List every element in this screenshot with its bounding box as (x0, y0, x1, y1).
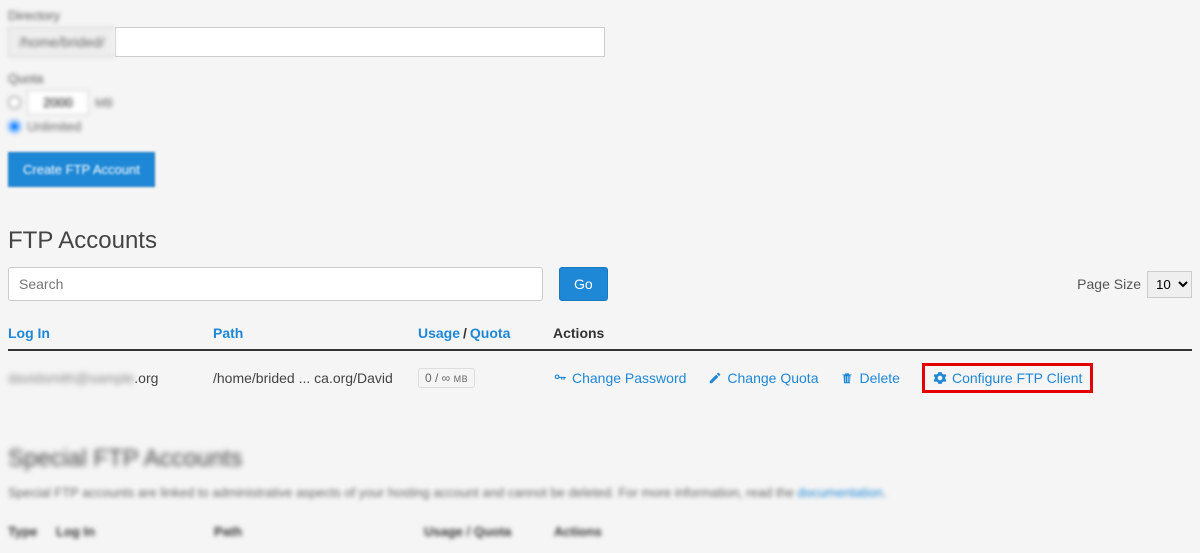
quota-unlimited-radio[interactable] (8, 120, 21, 133)
cell-login: davidsmith@sample.org (8, 370, 213, 386)
quota-limited-radio[interactable] (8, 96, 21, 109)
ftp-accounts-title: FTP Accounts (8, 227, 1192, 255)
quota-unit: MB (95, 96, 113, 110)
directory-row: /home/brided/ (8, 27, 1192, 57)
th-usage-quota[interactable]: Usage/Quota (418, 325, 553, 341)
page-size-label: Page Size (1077, 276, 1141, 292)
gear-icon (933, 371, 947, 385)
sth-login: Log In (56, 524, 214, 539)
sth-actions: Actions (554, 524, 1192, 539)
ftp-table-header: Log In Path Usage/Quota Actions (8, 317, 1192, 351)
quota-value-input[interactable] (27, 90, 89, 115)
quota-label: Quota (8, 71, 1192, 86)
directory-input[interactable] (115, 27, 605, 57)
create-ftp-account-button[interactable]: Create FTP Account (8, 152, 155, 187)
sth-path: Path (214, 524, 424, 539)
sth-type: Type (8, 524, 56, 539)
directory-prefix: /home/brided/ (8, 27, 115, 57)
cell-path: /home/brided ... ca.org/David (213, 370, 418, 386)
create-ftp-form: Directory /home/brided/ Quota MB Unlimit… (8, 8, 1192, 187)
sth-usage: Usage / Quota (424, 524, 554, 539)
th-actions: Actions (553, 325, 1192, 341)
search-input[interactable] (8, 267, 543, 301)
configure-ftp-client-link[interactable]: Configure FTP Client (933, 370, 1082, 386)
pencil-icon (708, 371, 722, 385)
configure-highlight: Configure FTP Client (922, 363, 1093, 393)
special-ftp-description: Special FTP accounts are linked to admin… (8, 485, 1192, 500)
quota-section: Quota MB Unlimited (8, 71, 1192, 134)
cell-usage: 0 / ∞ MB (418, 368, 553, 388)
th-path[interactable]: Path (213, 325, 418, 341)
change-quota-link[interactable]: Change Quota (708, 370, 818, 386)
go-button[interactable]: Go (559, 267, 608, 301)
key-icon (553, 371, 567, 385)
trash-icon (840, 371, 854, 385)
special-table-header: Type Log In Path Usage / Quota Actions (8, 518, 1192, 545)
delete-link[interactable]: Delete (840, 370, 899, 386)
search-row: Go Page Size 10 (8, 267, 1192, 301)
directory-label: Directory (8, 8, 1192, 23)
table-row: davidsmith@sample.org /home/brided ... c… (8, 351, 1192, 405)
pagesize-wrap: Page Size 10 (1077, 271, 1192, 298)
special-ftp-title: Special FTP Accounts (8, 445, 1192, 473)
cell-actions: Change Password Change Quota Delete Conf… (553, 363, 1192, 393)
th-login[interactable]: Log In (8, 325, 213, 341)
change-password-link[interactable]: Change Password (553, 370, 686, 386)
quota-unlimited-label: Unlimited (27, 119, 81, 134)
page-size-select[interactable]: 10 (1147, 271, 1192, 298)
documentation-link[interactable]: documentation (798, 485, 883, 500)
usage-badge: 0 / ∞ MB (418, 368, 475, 388)
